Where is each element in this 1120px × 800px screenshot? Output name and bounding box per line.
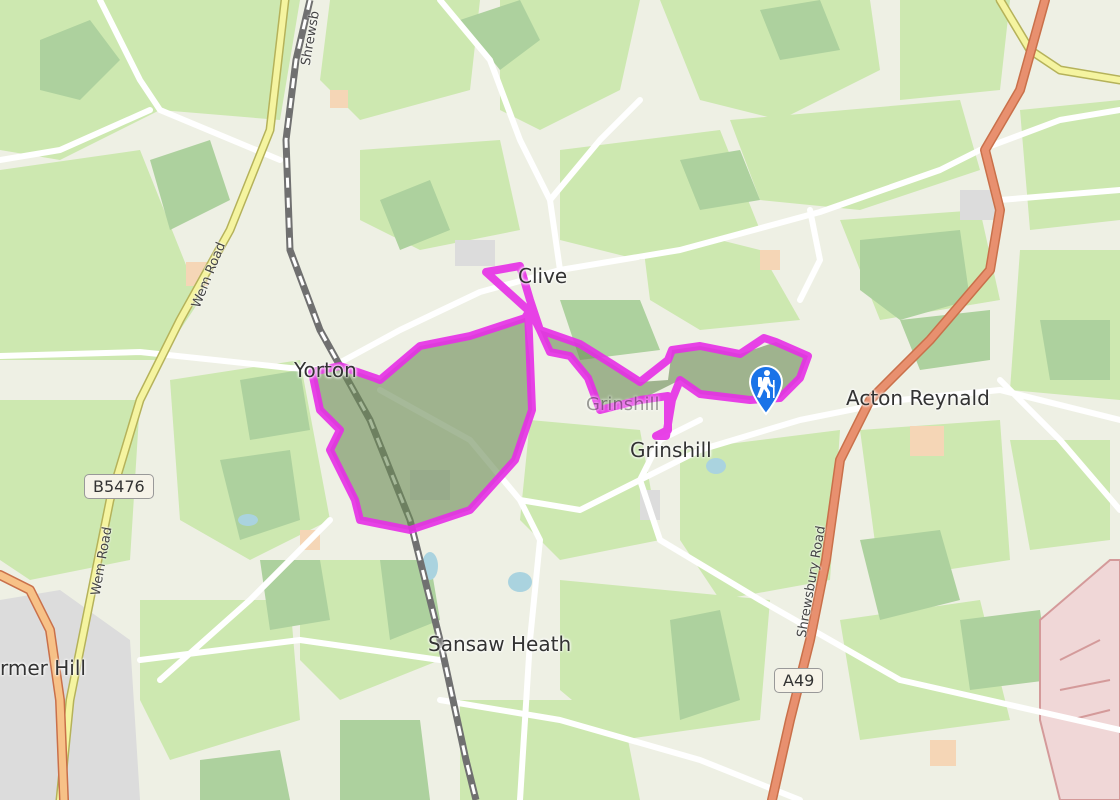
- place-label-grinshill: Grinshill: [630, 438, 712, 462]
- map-canvas[interactable]: Clive Yorton Grinshill Grinshill Acton R…: [0, 0, 1120, 800]
- place-label-clive: Clive: [518, 264, 568, 288]
- place-label-harmer-hill: rmer Hill: [0, 656, 86, 680]
- place-label-grinshill-hill: Grinshill: [586, 394, 660, 415]
- place-label-yorton: Yorton: [294, 358, 357, 382]
- road-shield-a49: A49: [774, 668, 824, 693]
- place-label-acton-reynald: Acton Reynald: [846, 386, 990, 410]
- hiking-start-marker[interactable]: [746, 364, 786, 416]
- road-shield-b5476: B5476: [84, 474, 154, 499]
- place-label-sansaw-heath: Sansaw Heath: [428, 632, 572, 656]
